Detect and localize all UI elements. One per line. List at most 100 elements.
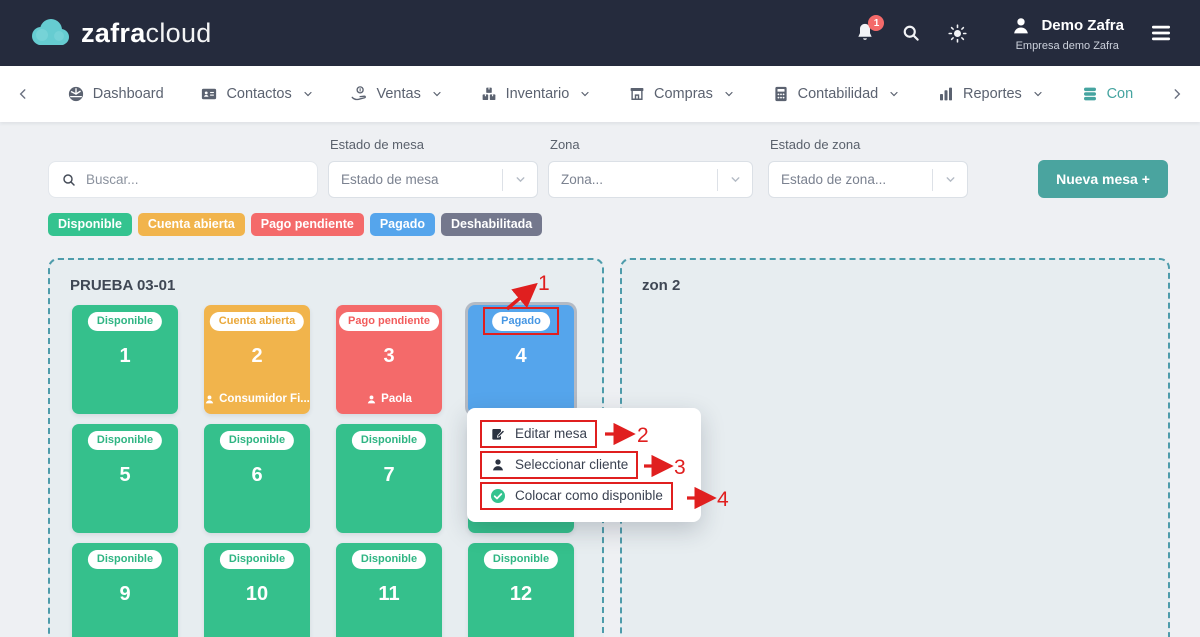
zone-select[interactable]: Zona... [548, 161, 753, 198]
table-number: 6 [251, 464, 263, 486]
annotation-box [483, 307, 559, 335]
nav-item-compras[interactable]: Compras [628, 85, 735, 103]
nav-scroll-right-button[interactable] [1170, 87, 1184, 101]
brand-logo[interactable]: zafracloud [28, 17, 212, 49]
chevron-down-icon [890, 91, 898, 97]
notification-badge: 1 [868, 15, 885, 31]
table-number: 4 [515, 345, 527, 367]
table-card[interactable]: Disponible 10 [204, 543, 310, 637]
table-state-value: Estado de mesa [341, 172, 439, 187]
nav-item-configuracion[interactable]: Con [1081, 85, 1133, 103]
nav-item-contactos[interactable]: Contactos [200, 85, 313, 103]
table-card[interactable]: Disponible 12 [468, 543, 574, 637]
reports-icon [939, 87, 952, 101]
topbar: zafracloud 1 Demo Zafra Empresa demo Zaf… [0, 0, 1200, 66]
stack-icon [1083, 87, 1096, 101]
zone-state-label: Estado de zona [770, 137, 861, 152]
table-status-badge: Disponible [351, 550, 427, 569]
status-legend: Disponible Cuenta abierta Pago pendiente… [48, 213, 543, 236]
context-menu-item-select-client[interactable]: Seleccionar cliente [480, 451, 639, 479]
chevron-down-icon [933, 173, 967, 186]
zone-title: zon 2 [642, 277, 681, 294]
zone-value: Zona... [561, 172, 604, 187]
nav-item-contabilidad[interactable]: Contabilidad [772, 85, 901, 103]
table-status-badge: Disponible [219, 431, 295, 450]
user-company: Empresa demo Zafra [1015, 39, 1119, 52]
nav-item-ventas[interactable]: Ventas [350, 85, 442, 103]
zone-state-select[interactable]: Estado de zona... [768, 161, 968, 198]
table-status-badge: Disponible [483, 550, 559, 569]
accounting-icon [774, 86, 787, 102]
context-menu-item-set-available[interactable]: Colocar como disponible [480, 482, 673, 510]
zone-panel-zon2: zon 2 [620, 258, 1170, 637]
table-card[interactable]: Disponible 9 [72, 543, 178, 637]
table-context-menu: Editar mesa Seleccionar cliente Colocar … [467, 408, 701, 522]
notifications-button[interactable]: 1 [855, 15, 885, 44]
search-icon [63, 173, 75, 186]
table-card[interactable]: Disponible 6 [204, 424, 310, 533]
table-number: 7 [383, 464, 395, 486]
table-card[interactable]: Disponible 11 [336, 543, 442, 637]
nav-item-dashboard[interactable]: Dashboard [67, 85, 164, 103]
table-number: 9 [119, 583, 131, 605]
search-input[interactable] [86, 172, 305, 187]
context-menu-label: Seleccionar cliente [515, 457, 629, 472]
nav-item-inventario[interactable]: Inventario [480, 85, 592, 103]
sales-icon [352, 86, 367, 101]
hamburger-icon [1152, 25, 1170, 41]
chevron-down-icon [718, 173, 752, 186]
table-card[interactable]: Disponible 7 [336, 424, 442, 533]
chevron-down-icon [1034, 91, 1042, 97]
table-client-name: Paola [381, 393, 412, 405]
person-icon [205, 395, 214, 403]
search-button[interactable] [901, 23, 921, 43]
cloud-logo-icon [32, 19, 69, 45]
user-icon [493, 459, 503, 471]
table-status-badge: Pago pendiente [339, 312, 439, 331]
legend-badge-cuenta-abierta: Cuenta abierta [137, 213, 245, 236]
zone-title: PRUEBA 03-01 [70, 277, 176, 294]
nav-item-label: Inventario [505, 86, 570, 102]
nav-item-label: Contactos [226, 86, 292, 102]
table-card[interactable]: Pago pendiente 3 Paola [336, 305, 442, 414]
table-client: Paola [336, 393, 442, 405]
nav-scroll-left-button[interactable] [16, 87, 30, 101]
check-circle-icon [491, 489, 505, 503]
search-field[interactable] [48, 161, 318, 198]
table-number: 11 [378, 583, 400, 605]
inventory-icon [482, 87, 495, 100]
hamburger-menu-button[interactable] [1150, 24, 1172, 42]
table-card[interactable]: Disponible 1 [72, 305, 178, 414]
user-menu[interactable]: Demo Zafra Empresa demo Zafra [1010, 15, 1124, 52]
dashboard-icon [68, 86, 83, 102]
table-number: 2 [251, 345, 263, 367]
chevron-left-icon [19, 89, 26, 99]
nav-item-label: Contabilidad [797, 86, 879, 102]
table-card[interactable]: Cuenta abierta 2 Consumidor Fi... [204, 305, 310, 414]
theme-toggle-button[interactable] [947, 23, 968, 44]
app-screen: zafracloud 1 Demo Zafra Empresa demo Zaf… [0, 0, 1200, 637]
context-menu-label: Colocar como disponible [515, 488, 663, 503]
chevron-down-icon [581, 91, 589, 97]
table-number: 3 [383, 345, 395, 367]
avatar-icon [1014, 17, 1029, 33]
purchases-icon [630, 88, 644, 100]
user-name: Demo Zafra [1041, 17, 1124, 34]
table-status-badge: Disponible [87, 550, 163, 569]
brand-name: zafracloud [81, 17, 212, 48]
zone-state-value: Estado de zona... [781, 172, 887, 187]
context-menu-item-edit[interactable]: Editar mesa [480, 420, 598, 448]
table-status-badge: Disponible [351, 431, 427, 450]
edit-icon [492, 429, 505, 440]
nav-item-reportes[interactable]: Reportes [937, 85, 1044, 103]
table-state-select[interactable]: Estado de mesa [328, 161, 538, 198]
chevron-down-icon [304, 91, 312, 97]
table-card[interactable]: Pagado 4 [468, 305, 574, 414]
table-number: 10 [245, 583, 269, 605]
table-status-badge: Cuenta abierta [209, 312, 305, 331]
content-area: Estado de mesa Estado de mesa Zona Zona.… [0, 122, 1200, 637]
new-table-button[interactable]: Nueva mesa + [1038, 160, 1168, 198]
sun-icon [948, 23, 968, 43]
table-number: 5 [119, 464, 131, 486]
table-card[interactable]: Disponible 5 [72, 424, 178, 533]
